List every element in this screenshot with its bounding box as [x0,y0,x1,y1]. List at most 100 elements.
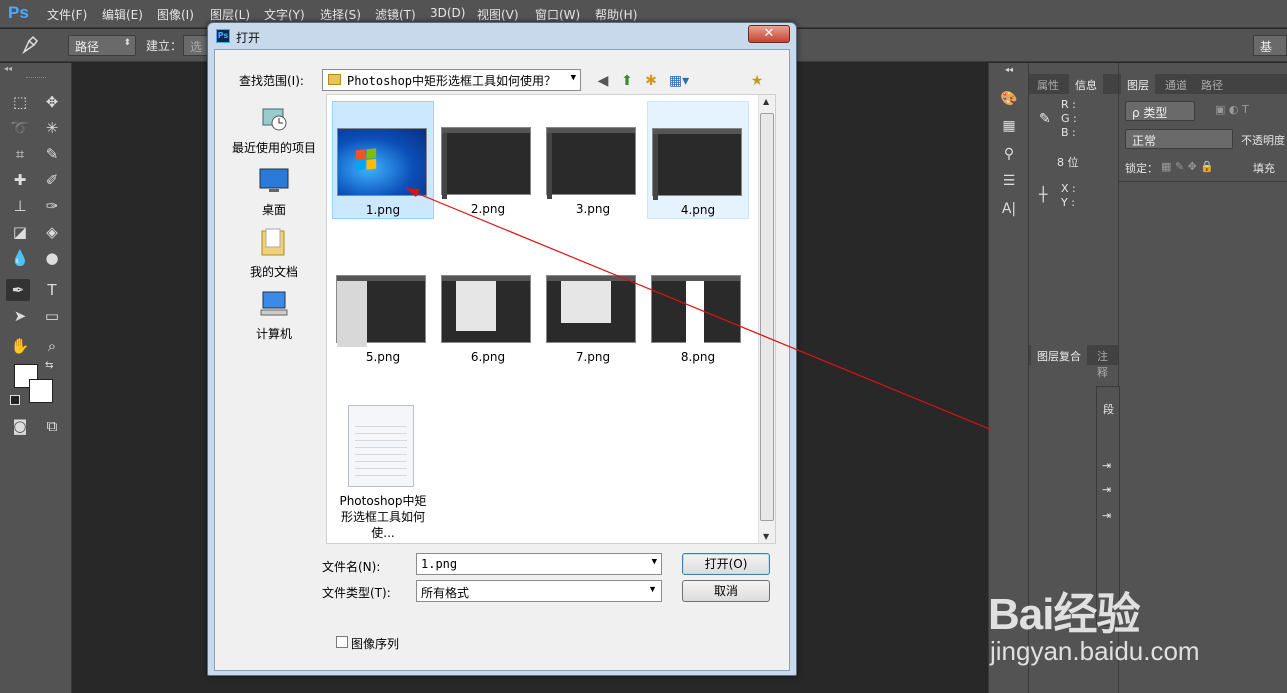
menu-help[interactable]: 帮助(H) [595,6,637,23]
filetype-select[interactable]: 所有格式 ▼ [416,580,662,602]
filetype-value: 所有格式 [421,586,470,600]
menu-view[interactable]: 视图(V) [477,6,519,23]
collapse-panels-icon[interactable]: ◂◂ [999,65,1019,83]
menu-window[interactable]: 窗口(W) [535,6,580,23]
file-name: 5.png [365,350,401,364]
file-item[interactable]: 3.png [542,101,644,219]
view-menu-icon[interactable]: ▦▾ [666,72,692,90]
adjustments-panel-icon[interactable]: ☰ [999,173,1019,191]
image-sequence-checkbox[interactable] [336,636,348,648]
brush-panel-icon[interactable]: ⚲ [999,146,1019,164]
panel-grip[interactable] [26,77,46,79]
back-icon[interactable]: ◀ [594,72,612,90]
scroll-up-icon[interactable]: ▲ [763,97,769,106]
dodge-tool-icon[interactable]: ● [40,247,64,269]
tab-info[interactable]: 信息 [1069,74,1103,94]
file-item[interactable]: 5.png [332,249,434,367]
fill-label: 填充 [1253,162,1275,175]
place-desktop[interactable]: 桌面 [228,165,320,218]
tab-layers[interactable]: 图层 [1121,74,1155,94]
hand-tool-icon[interactable]: ✋ [8,335,32,357]
indent-left-icon[interactable]: ⇥ [1102,459,1111,472]
place-documents[interactable]: 我的文档 [228,227,320,280]
pen-tool-icon[interactable] [20,35,42,55]
file-item[interactable]: 6.png [437,249,539,367]
rectangle-tool-icon[interactable]: ▭ [40,305,64,327]
stamp-tool-icon[interactable]: ⊥ [8,195,32,217]
lock-icons[interactable]: ▦ ✎ ✥ 🔒 [1161,160,1214,173]
info-bit-depth: 8 位 [1057,156,1079,169]
eraser-tool-icon[interactable]: ◪ [8,221,32,243]
brush-tool-icon[interactable]: ✐ [40,169,64,191]
move-tool-icon[interactable]: ✥ [40,91,64,113]
menu-type[interactable]: 文字(Y) [264,6,305,23]
scroll-down-icon[interactable]: ▼ [763,532,769,541]
pen-tool-selected-icon[interactable]: ✒ [6,279,30,301]
cancel-button[interactable]: 取消 [682,580,770,602]
blur-tool-icon[interactable]: 💧 [8,247,32,269]
menu-select[interactable]: 选择(S) [320,6,361,23]
history-brush-icon[interactable]: ✑ [40,195,64,217]
indent-right-icon[interactable]: ⇥ [1102,509,1111,522]
look-in-select[interactable]: Photoshop中矩形选框工具如何使用？ ▼ [322,69,581,91]
lasso-tool-icon[interactable]: ➰ [8,117,32,139]
tab-notes[interactable]: 注释 [1091,345,1118,379]
dialog-titlebar[interactable]: Ps 打开 ✕ [208,23,796,49]
file-item[interactable]: 1.png [332,101,434,219]
screen-mode-icon[interactable]: ⧉ [40,415,64,437]
divider [1119,181,1287,182]
info-b: B : [1061,126,1076,139]
eyedropper-icon[interactable]: ✎ [40,143,64,165]
file-item[interactable]: 8.png [647,249,749,367]
menu-3d[interactable]: 3D(D) [430,6,465,20]
tab-channels[interactable]: 通道 [1159,74,1193,94]
tab-paths[interactable]: 路径 [1195,74,1229,94]
vertical-scrollbar[interactable]: ▲ ▼ [758,95,775,543]
file-item[interactable]: 4.png [647,101,749,219]
menu-filter[interactable]: 滤镜(T) [375,6,416,23]
tab-properties[interactable]: 属性 [1031,74,1065,94]
place-recent[interactable]: 最近使用的项目 [228,103,320,156]
menu-edit[interactable]: 编辑(E) [102,6,143,23]
new-folder-icon[interactable]: ✱ [642,72,660,90]
marquee-tool-icon[interactable]: ⬚ [8,91,32,113]
healing-brush-icon[interactable]: ✚ [8,169,32,191]
paint-bucket-icon[interactable]: ◈ [40,221,64,243]
swap-colors-icon[interactable]: ⇆ [45,360,53,371]
scrollbar-thumb[interactable] [760,113,774,521]
place-computer[interactable]: 计算机 [228,289,320,342]
menu-image[interactable]: 图像(I) [157,6,194,23]
color-panel-icon[interactable]: 🎨 [999,91,1019,109]
place-desktop-label: 桌面 [261,203,286,217]
indent-first-icon[interactable]: ⇥ [1102,483,1111,496]
collapse-icon[interactable]: ◂◂ [4,64,12,73]
file-item[interactable]: Photoshop中矩形选框工具如何使... [332,395,434,540]
open-button[interactable]: 打开(O) [682,553,770,575]
dropdown-arrow-icon: ▼ [651,557,657,567]
path-mode-select[interactable]: 路径 [68,35,136,56]
path-select-icon[interactable]: ➤ [8,305,32,327]
background-color-swatch[interactable] [29,379,53,403]
layer-kind-filter[interactable]: ρ 类型 [1125,101,1195,121]
tab-layer-comps[interactable]: 图层复合 [1031,345,1087,365]
crop-tool-icon[interactable]: ⌗ [8,143,32,165]
magic-wand-icon[interactable]: ✳ [40,117,64,139]
default-colors-icon[interactable] [10,395,20,405]
file-thumbnail [441,275,531,343]
quick-mask-icon[interactable]: ◙ [8,415,32,437]
character-panel-icon[interactable]: A| [999,201,1019,219]
file-item[interactable]: 7.png [542,249,644,367]
filename-input[interactable]: 1.png ▼ [416,553,662,575]
file-item[interactable]: 2.png [437,101,539,219]
up-folder-icon[interactable]: ⬆ [618,72,636,90]
swatches-panel-icon[interactable]: ▦ [999,118,1019,136]
blend-mode-select[interactable]: 正常 [1125,129,1233,149]
workspace-switcher[interactable]: 基本 [1253,35,1287,56]
menu-layer[interactable]: 图层(L) [210,6,250,23]
favorite-folder-icon[interactable]: ★ [748,72,766,90]
filter-icons[interactable]: ▣ ◐ T [1215,103,1249,116]
zoom-tool-icon[interactable]: ⌕ [40,335,64,357]
close-icon[interactable]: ✕ [748,25,790,43]
type-tool-icon[interactable]: T [40,279,64,301]
menu-file[interactable]: 文件(F) [47,6,87,23]
